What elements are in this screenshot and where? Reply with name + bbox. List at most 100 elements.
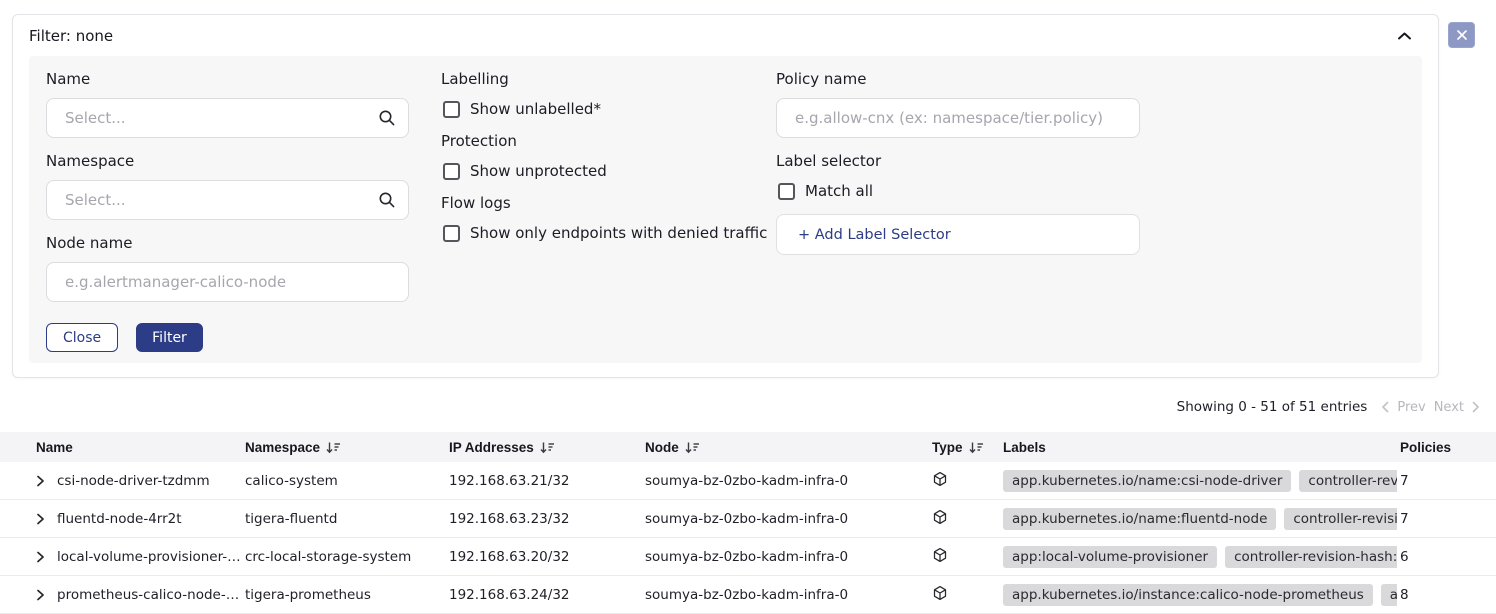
labelling-heading: Labelling (441, 70, 786, 88)
policies-count: 6 (1397, 549, 1496, 565)
endpoint-node: soumya-bz-0zbo-kadm-infra-0 (645, 549, 929, 565)
name-field-label: Name (46, 70, 409, 88)
label-chip: controller-revisi… (1299, 470, 1397, 492)
match-all-label: Match all (805, 182, 873, 200)
denied-traffic-row: Show only endpoints with denied traffic (443, 224, 786, 242)
filter-panel-header: Filter: none (13, 15, 1438, 45)
chevron-right-icon (36, 589, 45, 603)
expand-row-button[interactable] (36, 551, 45, 563)
label-chip: app.kubernetes.io/instance:calico-node-p… (1003, 584, 1373, 606)
filter-column-left: Name Namespace Node name Close Filt (46, 70, 409, 352)
endpoint-ip: 192.168.63.24/32 (449, 587, 645, 603)
namespace-select-input[interactable] (46, 180, 409, 220)
chevron-right-icon (36, 475, 45, 489)
endpoint-name: local-volume-provisioner-… (57, 549, 241, 565)
column-header-type[interactable]: Type (929, 440, 1003, 455)
sort-icon (685, 441, 700, 454)
endpoint-name: prometheus-calico-node-… (57, 587, 239, 603)
chevron-left-icon[interactable] (1381, 401, 1389, 413)
close-button[interactable]: Close (46, 323, 118, 352)
endpoint-name: csi-node-driver-tzdmm (57, 473, 210, 489)
filter-column-middle: Labelling Show unlabelled* Protection Sh… (441, 70, 786, 256)
endpoint-ip: 192.168.63.20/32 (449, 549, 645, 565)
expand-row-button[interactable] (36, 475, 45, 487)
endpoint-name: fluentd-node-4rr2t (57, 511, 182, 527)
entries-summary: Showing 0 - 51 of 51 entries (1177, 399, 1368, 415)
column-header-labels: Labels (1003, 440, 1397, 455)
policy-name-field-label: Policy name (776, 70, 1140, 88)
column-header-ip-addresses[interactable]: IP Addresses (449, 440, 645, 455)
policies-count: 7 (1397, 473, 1496, 489)
chevron-right-icon[interactable] (1472, 401, 1480, 413)
label-chip: app.kubernetes.io/name:csi-node-driver (1003, 470, 1291, 492)
next-page-button[interactable]: Next (1434, 400, 1464, 415)
expand-row-button[interactable] (36, 589, 45, 601)
policy-name-input[interactable] (776, 98, 1140, 138)
dialog-close-button[interactable] (1448, 22, 1475, 48)
pod-cube-icon (932, 551, 948, 567)
endpoints-table: Name Namespace IP Addresses Node Type (0, 432, 1496, 614)
endpoint-namespace: crc-local-storage-system (245, 549, 449, 565)
name-select-input[interactable] (46, 98, 409, 138)
table-row[interactable]: local-volume-provisioner-… crc-local-sto… (0, 538, 1496, 576)
filter-column-right: Policy name Label selector Match all + A… (776, 70, 1140, 255)
endpoint-ip: 192.168.63.21/32 (449, 473, 645, 489)
filter-panel-title: Filter: none (29, 27, 113, 45)
denied-traffic-checkbox[interactable] (443, 225, 460, 242)
pod-cube-icon (932, 589, 948, 605)
sort-icon (969, 441, 984, 454)
table-row[interactable]: csi-node-driver-tzdmm calico-system 192.… (0, 462, 1496, 500)
label-chip: controller-revision-hash:65… (1225, 546, 1397, 568)
table-header-row: Name Namespace IP Addresses Node Type (0, 432, 1496, 462)
label-chip: app:local-volume-provisioner (1003, 546, 1217, 568)
chevron-up-icon (1397, 29, 1412, 44)
prev-page-button[interactable]: Prev (1397, 400, 1425, 415)
endpoint-namespace: calico-system (245, 473, 449, 489)
endpoint-namespace: tigera-fluentd (245, 511, 449, 527)
add-label-selector-button[interactable]: + Add Label Selector (776, 214, 1140, 255)
close-icon (1456, 29, 1468, 41)
filter-form: Name Namespace Node name Close Filt (29, 56, 1422, 363)
sort-icon (540, 441, 555, 454)
pagination-bar: Showing 0 - 51 of 51 entries Prev Next (1177, 397, 1480, 417)
endpoint-node: soumya-bz-0zbo-kadm-infra-0 (645, 587, 929, 603)
match-all-row: Match all (778, 182, 1140, 200)
filter-button[interactable]: Filter (136, 323, 203, 352)
show-unlabelled-checkbox[interactable] (443, 101, 460, 118)
policies-count: 7 (1397, 511, 1496, 527)
endpoint-node: soumya-bz-0zbo-kadm-infra-0 (645, 511, 929, 527)
collapse-panel-button[interactable] (1395, 29, 1414, 43)
namespace-field-label: Namespace (46, 152, 409, 170)
column-header-node[interactable]: Node (645, 440, 929, 455)
show-unlabelled-row: Show unlabelled* (443, 100, 786, 118)
chevron-right-icon (36, 513, 45, 527)
endpoint-node: soumya-bz-0zbo-kadm-infra-0 (645, 473, 929, 489)
label-selector-heading: Label selector (776, 152, 1140, 170)
flow-logs-heading: Flow logs (441, 194, 786, 212)
search-icon (378, 191, 396, 209)
search-icon (378, 109, 396, 127)
table-row[interactable]: prometheus-calico-node-… tigera-promethe… (0, 576, 1496, 614)
label-chip: controller-revision-… (1284, 508, 1397, 530)
pod-cube-icon (932, 475, 948, 491)
show-unprotected-checkbox[interactable] (443, 163, 460, 180)
column-header-policies: Policies (1397, 440, 1496, 455)
sort-icon (326, 441, 341, 454)
label-chip: app.kubernetes.io/name:fluentd-node (1003, 508, 1276, 530)
show-unlabelled-label: Show unlabelled* (470, 100, 601, 118)
protection-heading: Protection (441, 132, 786, 150)
endpoint-ip: 192.168.63.23/32 (449, 511, 645, 527)
column-header-namespace[interactable]: Namespace (245, 440, 449, 455)
match-all-checkbox[interactable] (778, 183, 795, 200)
show-unprotected-row: Show unprotected (443, 162, 786, 180)
denied-traffic-label: Show only endpoints with denied traffic (470, 224, 767, 242)
policies-count: 8 (1397, 587, 1496, 603)
show-unprotected-label: Show unprotected (470, 162, 607, 180)
column-header-name[interactable]: Name (0, 440, 245, 455)
node-name-input[interactable] (46, 262, 409, 302)
label-chip: app.… (1381, 584, 1397, 606)
table-row[interactable]: fluentd-node-4rr2t tigera-fluentd 192.16… (0, 500, 1496, 538)
pod-cube-icon (932, 513, 948, 529)
expand-row-button[interactable] (36, 513, 45, 525)
filter-panel: Filter: none Name Namespace (12, 14, 1439, 378)
